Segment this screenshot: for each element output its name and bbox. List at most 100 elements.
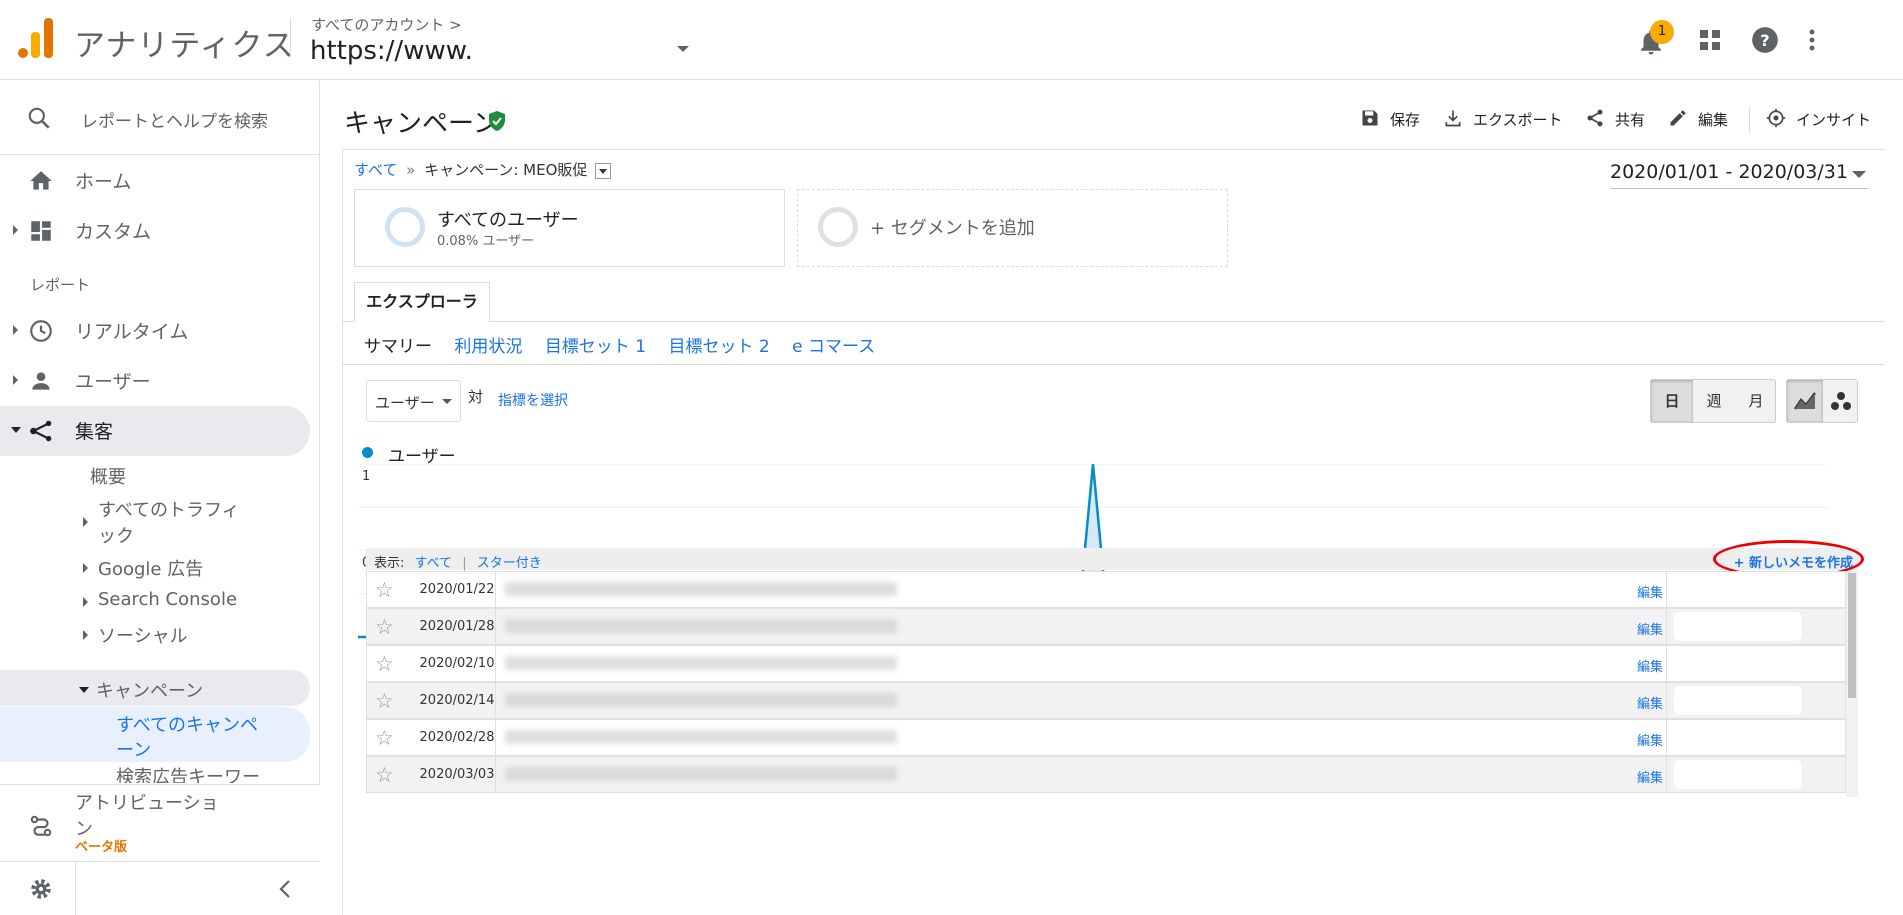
star-icon[interactable]: ☆ [375, 615, 394, 639]
sidebar-item-campaigns[interactable]: キャンペーン [96, 677, 203, 703]
chevron-right-icon [13, 225, 18, 235]
chevron-down-icon [442, 399, 452, 404]
breadcrumb-dropdown[interactable] [595, 162, 612, 179]
week-button[interactable]: 週 [1693, 380, 1735, 422]
annotation-row: ☆ 2020/02/10 編集 [366, 645, 1846, 682]
export-button[interactable]: エクスポート [1443, 107, 1573, 131]
property-selector[interactable]: https://www. [310, 36, 473, 66]
report-search[interactable]: レポートとヘルプを検索 [0, 81, 320, 155]
sidebar-item-realtime[interactable]: リアルタイム [0, 305, 310, 355]
annotation-author-redacted [1674, 612, 1802, 641]
sidebar-item-all-traffic[interactable]: すべてのトラフィ [98, 496, 240, 522]
add-segment-button[interactable]: + セグメントを追加 [797, 189, 1228, 267]
more-vert-icon[interactable] [1808, 28, 1816, 52]
breadcrumb-current: キャンペーン: MEO販促 [424, 161, 588, 179]
save-icon [1362, 110, 1378, 126]
annotation-row: ☆ 2020/03/03 編集 [366, 756, 1846, 793]
attribution-icon [30, 815, 52, 837]
annotation-edit-link[interactable]: 編集 [1637, 730, 1663, 749]
filter-starred-link[interactable]: スター付き [477, 556, 542, 571]
subtab-summary[interactable]: サマリー [364, 337, 432, 357]
insight-button[interactable]: インサイト [1766, 107, 1876, 131]
subtab-usage[interactable]: 利用状況 [454, 337, 522, 357]
top-bar: アナリティクス すべてのアカウント > https://www. 1 ? [0, 0, 1903, 80]
account-breadcrumb[interactable]: すべてのアカウント > [311, 14, 462, 35]
sidebar-item-google-ads[interactable]: Google 広告 [98, 555, 203, 581]
star-icon[interactable]: ☆ [375, 578, 394, 602]
annotation-edit-link[interactable]: 編集 [1637, 767, 1663, 786]
metric-select-value: ユーザー [375, 394, 435, 412]
sidebar-item-custom[interactable]: カスタム [0, 205, 310, 255]
subtab-goal-set-2[interactable]: 目標セット 2 [668, 337, 769, 357]
divider [495, 757, 496, 792]
annotation-edit-link[interactable]: 編集 [1637, 619, 1663, 638]
month-button[interactable]: 月 [1735, 380, 1777, 422]
annotation-edit-link[interactable]: 編集 [1637, 582, 1663, 601]
annotation-text-redacted [505, 619, 897, 633]
sidebar-item-attribution[interactable]: アトリビューショ [75, 789, 219, 815]
divider [75, 862, 76, 915]
divider [495, 683, 496, 718]
acquisition-icon [30, 420, 52, 442]
sidebar-item-all-campaigns[interactable]: すべてのキャンペ [116, 711, 258, 737]
share-button[interactable]: 共有 [1585, 107, 1655, 131]
save-button[interactable]: 保存 [1360, 107, 1430, 131]
chevron-down-icon[interactable] [677, 46, 689, 52]
annotation-text-redacted [505, 656, 897, 670]
verified-shield-icon [489, 111, 505, 131]
segment-ring-icon [818, 207, 858, 247]
star-icon[interactable]: ☆ [375, 689, 394, 713]
add-segment-label: + セグメントを追加 [870, 218, 1035, 239]
sidebar-item-users[interactable]: ユーザー [0, 355, 310, 405]
breadcrumb-all-link[interactable]: すべて [354, 161, 397, 179]
sidebar-item-home[interactable]: ホーム [0, 155, 310, 205]
annotation-text-redacted [505, 730, 897, 744]
apps-grid-icon[interactable] [1698, 28, 1722, 52]
star-icon[interactable]: ☆ [375, 652, 394, 676]
metric-select[interactable]: ユーザー [366, 380, 461, 422]
search-input[interactable]: レポートとヘルプを検索 [81, 107, 268, 132]
annotations-bar: 表示: すべて | スター付き + 新しいメモを作成 [366, 548, 1859, 571]
annotation-edit-link[interactable]: 編集 [1637, 693, 1663, 712]
download-icon [1445, 110, 1461, 127]
sidebar-item-paid-keywords[interactable]: 検索広告キーワー [116, 763, 260, 783]
chevron-right-icon [83, 597, 88, 607]
line-chart-button[interactable] [1787, 380, 1823, 422]
segment-all-users[interactable]: すべてのユーザー 0.08% ユーザー [354, 189, 785, 267]
scrollbar-thumb[interactable] [1848, 573, 1856, 698]
select-metric-link[interactable]: 指標を選択 [498, 390, 568, 410]
date-range-picker[interactable]: 2020/01/01 - 2020/03/31 [1610, 161, 1868, 189]
help-icon[interactable]: ? [1751, 26, 1779, 54]
edit-button[interactable]: 編集 [1668, 107, 1738, 131]
analytics-logo-icon[interactable] [18, 18, 54, 58]
divider [290, 18, 291, 58]
annotations-filter: 表示: すべて | スター付き [374, 556, 542, 571]
subtab-goal-set-1[interactable]: 目標セット 1 [545, 337, 646, 357]
granularity-toggle: 日 週 月 [1650, 379, 1776, 423]
home-icon [30, 171, 52, 190]
tab-explorer[interactable]: エクスプローラ [354, 282, 490, 322]
annotation-edit-link[interactable]: 編集 [1637, 656, 1663, 675]
sidebar-item-label: ユーザー [75, 371, 151, 393]
sidebar-item-acquisition[interactable]: 集客 [0, 405, 310, 455]
day-button[interactable]: 日 [1651, 380, 1693, 422]
annotation-date: 2020/03/03 [419, 767, 495, 782]
sidebar-item-all-traffic-line2[interactable]: ック [98, 522, 134, 548]
sidebar-item-all-campaigns-line2[interactable]: ーン [116, 736, 151, 762]
person-icon [32, 372, 50, 390]
annotation-text-redacted [505, 693, 897, 707]
annotation-text-redacted [505, 582, 897, 596]
divider [1749, 107, 1750, 133]
sidebar-item-overview[interactable]: 概要 [90, 463, 126, 489]
line-chart-icon [1794, 392, 1816, 410]
sidebar-item-social[interactable]: ソーシャル [98, 622, 188, 648]
subtab-ecommerce[interactable]: e コマース [792, 337, 875, 357]
collapse-sidebar-icon[interactable] [278, 879, 292, 899]
filter-all-link[interactable]: すべて [415, 556, 453, 571]
chevron-right-icon [83, 630, 88, 640]
chevron-right-icon [13, 325, 18, 335]
star-icon[interactable]: ☆ [375, 726, 394, 750]
gear-icon[interactable] [28, 876, 54, 902]
star-icon[interactable]: ☆ [375, 763, 394, 787]
sidebar-item-search-console[interactable]: Search Console [98, 589, 237, 610]
